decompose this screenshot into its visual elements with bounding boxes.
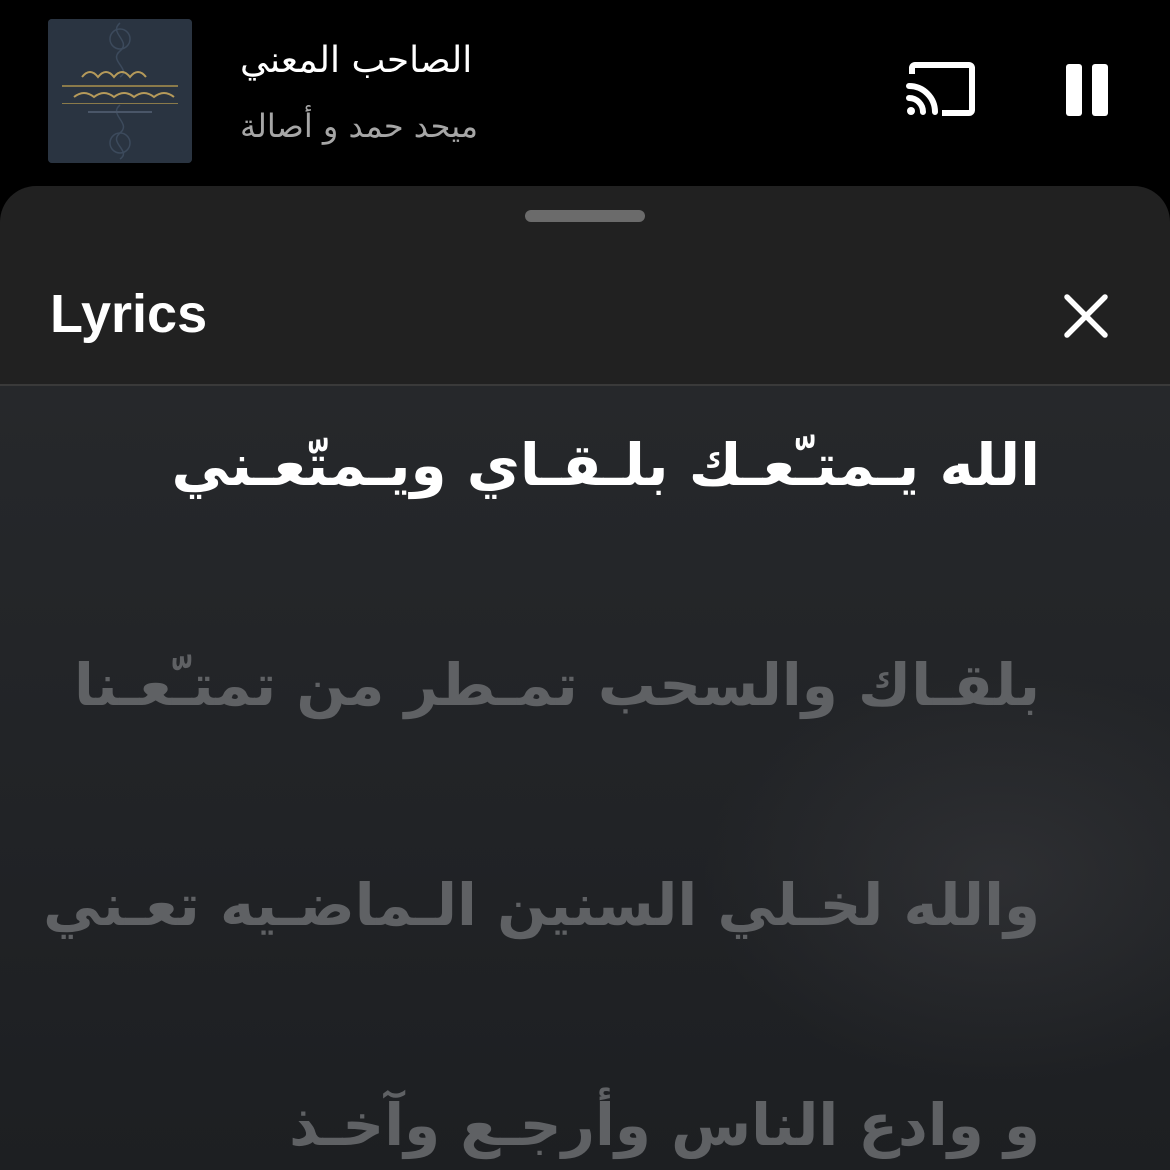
now-playing-bar[interactable]: الصاحب المعني ميحد حمد و أصالة xyxy=(0,0,1170,190)
lyric-line-active[interactable]: الله يـمتـّعـك بلـقـاي ويـمتّعـني xyxy=(40,416,1040,514)
lyric-line[interactable]: و وادع الناس وأرجـع وآخـذ xyxy=(40,1076,1040,1170)
lyrics-sheet: Lyrics الله يـمتـّعـك بلـقـاي ويـمتّعـني… xyxy=(0,186,1170,1170)
album-art[interactable] xyxy=(48,19,192,163)
cast-button[interactable] xyxy=(902,58,982,128)
lyrics-body[interactable]: الله يـمتـّعـك بلـقـاي ويـمتّعـني بلقـاك… xyxy=(0,386,1170,1170)
pause-button[interactable] xyxy=(1056,58,1116,124)
close-icon xyxy=(1064,294,1108,338)
pause-bar-right xyxy=(1092,64,1108,116)
lyrics-title: Lyrics xyxy=(50,284,208,344)
lyrics-header: Lyrics xyxy=(0,246,1170,384)
lyric-line[interactable]: والله لخـلي السنين الـماضـيه تعـني xyxy=(40,856,1040,954)
album-cover-icon xyxy=(48,19,192,163)
close-button[interactable] xyxy=(1058,288,1114,344)
sheet-grabber-handle[interactable] xyxy=(525,210,645,222)
app-root: الصاحب المعني ميحد حمد و أصالة Lyrics ال… xyxy=(0,0,1170,1170)
pause-bar-left xyxy=(1066,64,1082,116)
track-title[interactable]: الصاحب المعني xyxy=(240,38,840,84)
lyric-line[interactable]: بلقـاك والسحب تمـطر من تمتـّعـنا xyxy=(40,636,1040,734)
track-artist[interactable]: ميحد حمد و أصالة xyxy=(240,104,840,148)
cast-icon xyxy=(906,62,975,116)
